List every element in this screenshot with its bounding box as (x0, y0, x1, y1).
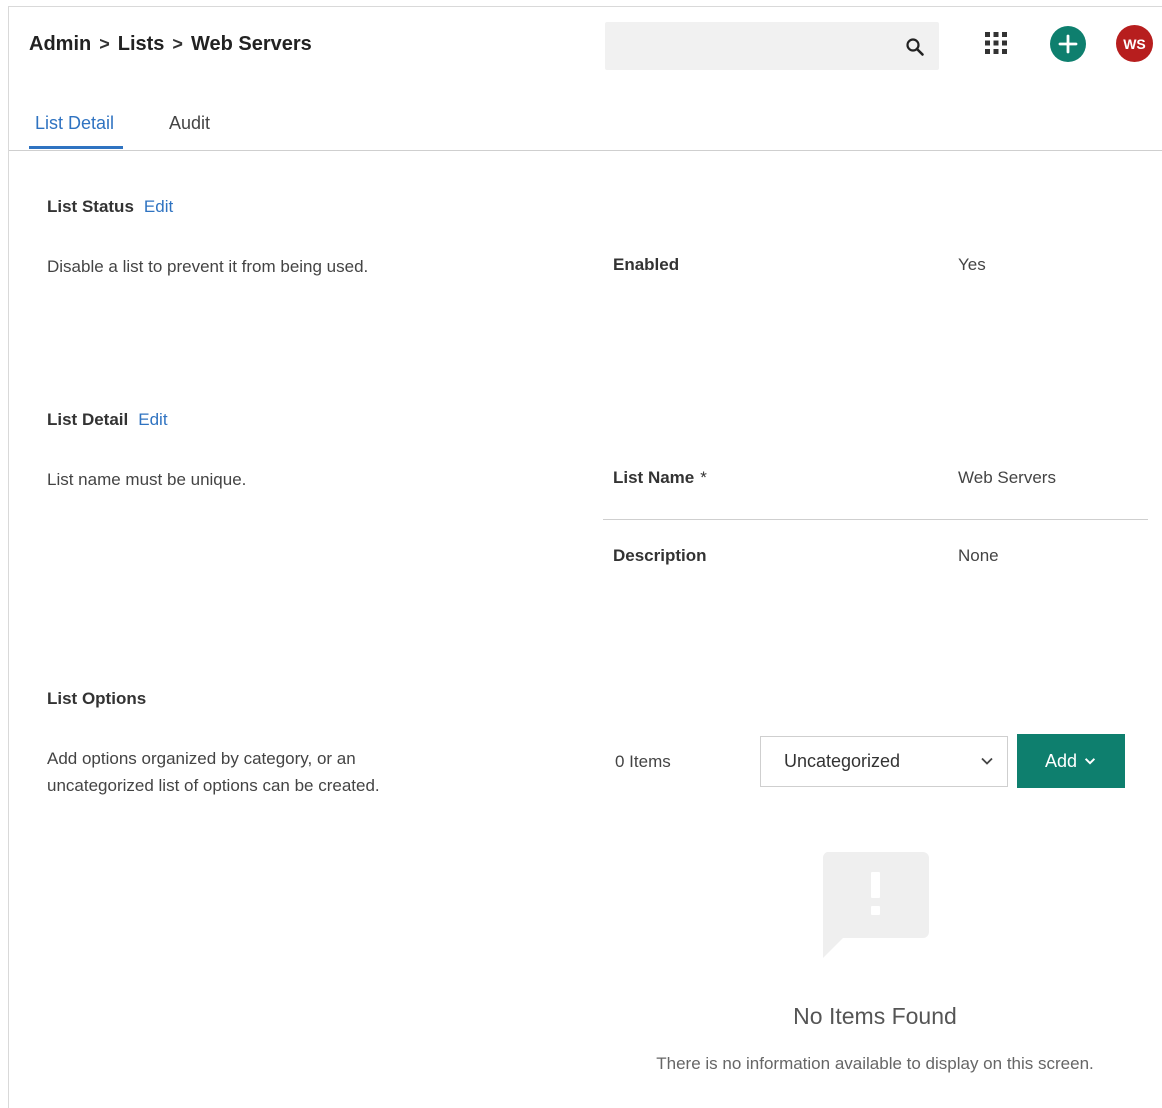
user-avatar[interactable]: WS (1116, 25, 1153, 62)
chevron-down-icon (1084, 758, 1096, 765)
empty-state-text: There is no information available to dis… (656, 1054, 1094, 1073)
list-options-section-title: List Options (47, 689, 146, 709)
field-divider (603, 519, 1148, 520)
description-value: None (958, 546, 999, 565)
create-new-button[interactable] (1050, 26, 1086, 62)
enabled-label: Enabled (613, 255, 680, 274)
breadcrumb-separator: > (99, 34, 110, 54)
search-icon[interactable] (905, 37, 925, 57)
category-select-value: Uncategorized (784, 751, 901, 771)
add-option-button[interactable]: Add (1017, 734, 1125, 788)
list-name-label-text: List Name (613, 468, 695, 487)
page-frame: Admin > Lists > Web Servers WS List Deta… (8, 6, 1162, 1108)
list-status-edit-link[interactable]: Edit (144, 197, 173, 217)
plus-icon (1058, 34, 1078, 54)
tab-list-detail[interactable]: List Detail (35, 113, 114, 134)
list-detail-section-title: List Detail Edit (47, 410, 168, 430)
empty-state-title: No Items Found (793, 1003, 957, 1029)
search-input[interactable] (605, 22, 939, 70)
add-option-button-label: Add (1044, 750, 1078, 771)
list-status-section-title: List Status Edit (47, 197, 173, 217)
category-select[interactable]: Uncategorized (760, 736, 1008, 787)
empty-state-alert-icon (822, 852, 929, 958)
list-status-title: List Status (47, 197, 134, 216)
items-count: 0 Items (615, 752, 671, 771)
list-name-value: Web Servers (958, 468, 1056, 487)
breadcrumb-lists[interactable]: Lists (118, 33, 165, 56)
list-options-description: Add options organized by category, or an… (47, 745, 380, 799)
active-tab-indicator (29, 146, 123, 149)
apps-grid-icon[interactable] (984, 31, 1008, 55)
list-status-description: Disable a list to prevent it from being … (47, 257, 369, 276)
breadcrumb-current: Web Servers (190, 33, 312, 55)
breadcrumb: Admin > Lists > Web Servers (29, 33, 312, 56)
list-detail-edit-link[interactable]: Edit (138, 410, 167, 430)
list-options-title: List Options (47, 689, 147, 708)
chevron-down-icon (981, 757, 993, 765)
breadcrumb-admin[interactable]: Admin (29, 33, 91, 56)
breadcrumb-separator: > (172, 34, 183, 54)
required-marker: * (700, 468, 707, 487)
list-options-description-line2: uncategorized list of options can be cre… (47, 776, 380, 795)
list-detail-description: List name must be unique. (47, 470, 247, 489)
list-name-label: List Name * (613, 468, 707, 488)
list-detail-title: List Detail (47, 410, 129, 429)
enabled-value: Yes (958, 255, 986, 274)
description-label: Description (613, 546, 707, 565)
tab-bar: List Detail Audit (9, 101, 1162, 151)
tab-audit[interactable]: Audit (169, 113, 210, 134)
list-options-description-line1: Add options organized by category, or an (47, 749, 356, 768)
